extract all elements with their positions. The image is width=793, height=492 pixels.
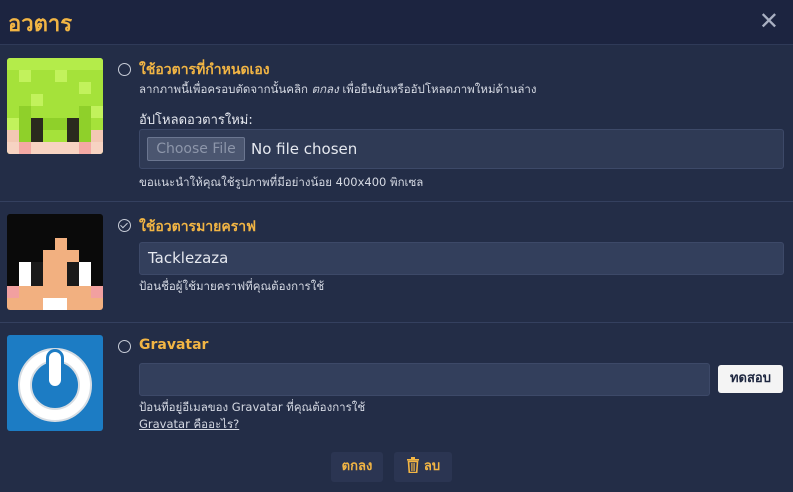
gravatar-info-link[interactable]: Gravatar คืออะไร? (139, 416, 239, 434)
minecraft-avatar-radio[interactable] (118, 219, 131, 232)
minecraft-avatar-label: ใช้อวตารมายคราฟ (139, 219, 257, 235)
gravatar-email-input[interactable] (139, 363, 710, 396)
crop-hint-ok-word: ตกลง (311, 82, 339, 96)
gravatar-email-hint: ป้อนที่อยู่อีเมลของ Gravatar ที่คุณต้องก… (139, 400, 366, 414)
file-input[interactable]: Choose File No file chosen (139, 129, 784, 169)
delete-label: ลบ (423, 459, 441, 474)
crop-hint-text: ลากภาพนี้เพื่อครอบตัดจากนั้นคลิก (139, 82, 312, 96)
close-icon[interactable]: ✕ (759, 7, 779, 35)
crop-hint-text-end: เพื่อยืนยันหรืออัปโหลดภาพใหม่ด้านล่าง (338, 82, 537, 96)
gravatar-test-button[interactable]: ทดสอบ (718, 365, 783, 393)
gravatar-radio[interactable] (118, 340, 131, 353)
dialog-header: อวตาร ✕ (0, 0, 793, 45)
dialog-title: อวตาร (8, 12, 73, 37)
delete-button[interactable]: ลบ (394, 452, 452, 482)
choose-file-button[interactable]: Choose File (147, 137, 245, 161)
crop-hint: ลากภาพนี้เพื่อครอบตัดจากนั้นคลิก ตกลง เพ… (139, 81, 536, 99)
custom-avatar-row: ใช้อวตารที่กำหนดเอง ลากภาพนี้เพื่อครอบตั… (0, 45, 793, 201)
ok-button[interactable]: ตกลง (331, 452, 383, 482)
minecraft-username-input[interactable]: Tacklezaza (139, 242, 784, 275)
gravatar-label: Gravatar (139, 337, 209, 353)
minecraft-avatar-row: ใช้อวตารมายคราฟ Tacklezaza ป้อนชื่อผู้ใช… (0, 202, 793, 322)
minecraft-username-hint: ป้อนชื่อผู้ใช้มายคราฟที่คุณต้องการใช้ (139, 279, 325, 293)
custom-avatar-label: ใช้อวตารที่กำหนดเอง (139, 62, 270, 78)
custom-avatar-image (7, 58, 103, 154)
custom-avatar-radio[interactable] (118, 63, 131, 76)
gravatar-preview (7, 335, 103, 431)
no-file-text: No file chosen (251, 140, 358, 158)
minecraft-avatar-preview (7, 214, 103, 310)
upload-label: อัปโหลดอวตารใหม่: (139, 113, 253, 128)
gravatar-row: Gravatar ทดสอบ ป้อนที่อยู่อีเมลของ Grava… (0, 323, 793, 443)
avatar-dialog: อวตาร ✕ ใช้อวตารที่กำหนดเอง ลากภาพนี้เพื… (0, 0, 793, 492)
size-hint: ขอแนะนำให้คุณใช้รูปภาพที่มีอย่างน้อย 400… (139, 175, 424, 189)
custom-avatar-preview[interactable] (7, 58, 103, 154)
gravatar-logo-icon (18, 348, 92, 422)
trash-icon (406, 457, 419, 474)
minecraft-avatar-image (7, 214, 103, 310)
